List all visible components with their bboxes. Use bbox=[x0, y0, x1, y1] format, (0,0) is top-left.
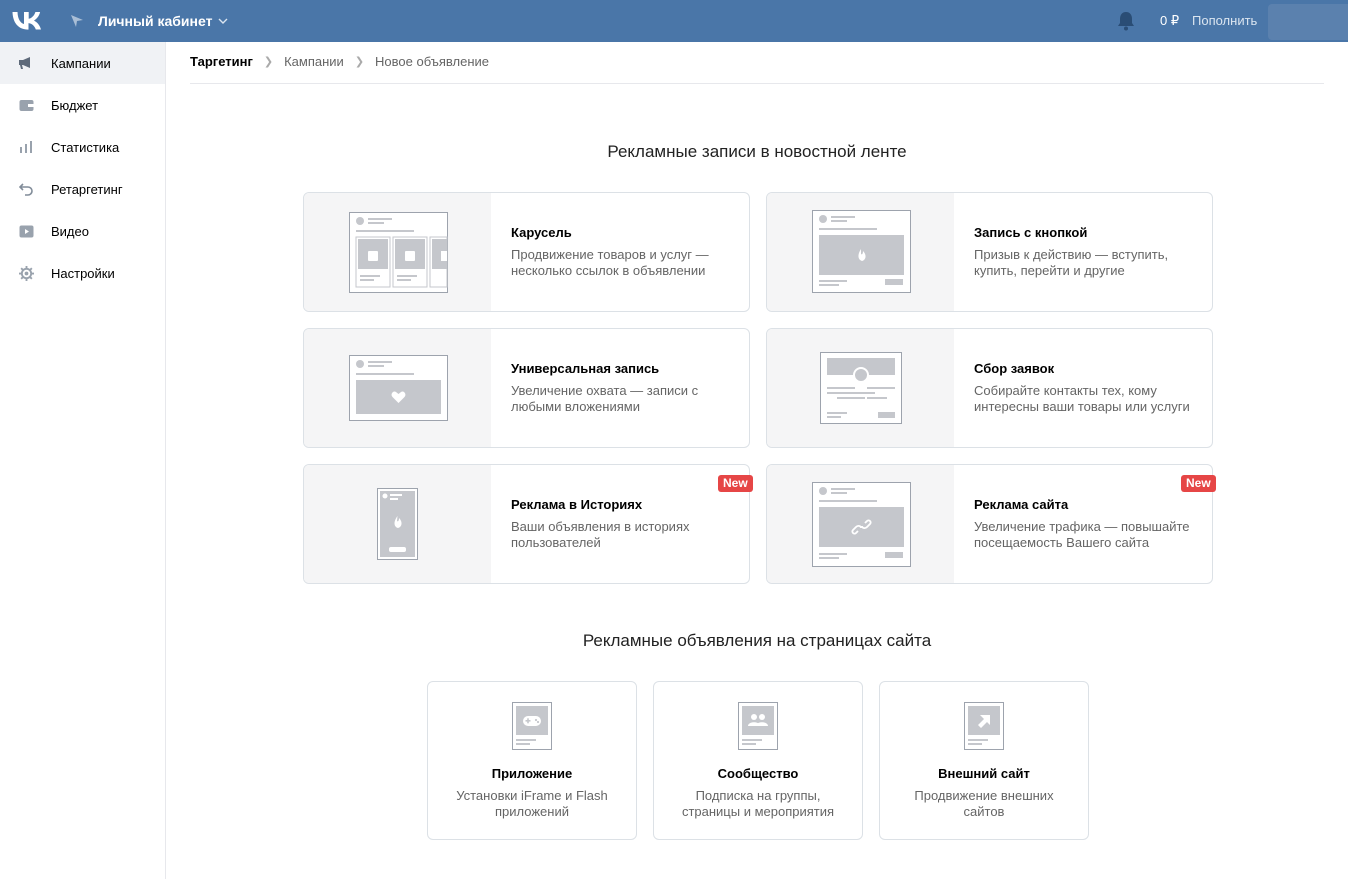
card-description: Призыв к действию — вступить, купить, пе… bbox=[974, 247, 1169, 278]
sidebar-item-campaigns[interactable]: Кампании bbox=[0, 42, 165, 84]
button-post-illustration-icon bbox=[767, 193, 954, 311]
topup-link[interactable]: Пополнить bbox=[1192, 13, 1257, 28]
card-description: Установки iFrame и Flash приложений bbox=[456, 788, 608, 819]
play-icon bbox=[18, 223, 34, 239]
sidebar-item-video[interactable]: Видео bbox=[0, 210, 165, 252]
ad-format-button-post[interactable]: Запись с кнопкой Призыв к действию — вст… bbox=[766, 192, 1213, 312]
breadcrumb-separator-icon: ❯ bbox=[354, 56, 365, 68]
megaphone-icon bbox=[18, 55, 34, 71]
gamepad-icon bbox=[512, 702, 552, 750]
people-icon bbox=[738, 702, 778, 750]
undo-arrow-icon bbox=[18, 181, 34, 197]
card-description: Собирайте контакты тех, кому интересны в… bbox=[974, 383, 1190, 414]
sidebar-item-label: Ретаргетинг bbox=[51, 181, 123, 197]
universal-post-illustration-icon bbox=[304, 329, 491, 447]
sidebar-item-statistics[interactable]: Статистика bbox=[0, 126, 165, 168]
sidebar-item-label: Бюджет bbox=[51, 97, 99, 113]
divider bbox=[190, 83, 1324, 84]
sidebar-item-retargeting[interactable]: Ретаргетинг bbox=[0, 168, 165, 210]
card-description: Продвижение товаров и услуг — несколько … bbox=[511, 247, 709, 278]
card-title: Внешний сайт bbox=[938, 766, 1030, 781]
breadcrumb-separator-icon: ❯ bbox=[263, 56, 274, 68]
card-title: Реклама в Историях bbox=[511, 497, 643, 512]
ad-format-stories[interactable]: Реклама в Историях Ваши объявления в ист… bbox=[303, 464, 750, 584]
ad-format-website[interactable]: Реклама сайта Увеличение трафика — повыш… bbox=[766, 464, 1213, 584]
card-title: Реклама сайта bbox=[974, 497, 1069, 512]
wallet-icon bbox=[18, 97, 34, 113]
ad-format-app[interactable]: Приложение Установки iFrame и Flash прил… bbox=[427, 681, 637, 840]
gear-icon bbox=[18, 265, 34, 281]
chevron-down-icon bbox=[218, 18, 228, 24]
card-description: Продвижение внешних сайтов bbox=[914, 788, 1054, 819]
ad-format-external-site[interactable]: Внешний сайт Продвижение внешних сайтов bbox=[879, 681, 1089, 840]
card-title: Приложение bbox=[491, 766, 573, 781]
cabinet-label: Личный кабинет bbox=[98, 13, 213, 29]
sidebar-item-label: Кампании bbox=[51, 55, 111, 71]
bar-chart-icon bbox=[18, 139, 34, 155]
card-description: Увеличение охвата — записи с любыми влож… bbox=[511, 383, 699, 414]
sidebar-item-settings[interactable]: Настройки bbox=[0, 252, 165, 294]
card-title: Карусель bbox=[511, 225, 572, 240]
ad-format-carousel[interactable]: Карусель Продвижение товаров и услуг — н… bbox=[303, 192, 750, 312]
website-illustration-icon bbox=[767, 465, 954, 583]
breadcrumb-new-ad: Новое объявление bbox=[375, 54, 489, 69]
sidebar: Кампании Бюджет Статистика Ретаргетинг В… bbox=[0, 42, 166, 879]
sidebar-item-budget[interactable]: Бюджет bbox=[0, 84, 165, 126]
feed-section-title: Рекламные записи в новостной ленте bbox=[607, 142, 907, 161]
cabinet-menu[interactable]: Личный кабинет bbox=[70, 0, 228, 42]
card-description: Увеличение трафика — повышайте посещаемо… bbox=[974, 519, 1190, 550]
breadcrumb-targeting[interactable]: Таргетинг bbox=[190, 54, 253, 69]
send-arrow-icon bbox=[71, 15, 83, 27]
site-section-title: Рекламные объявления на страницах сайта bbox=[582, 631, 932, 650]
breadcrumb: Таргетинг ❯ Кампании ❯ Новое объявление bbox=[190, 54, 489, 69]
card-title: Сообщество bbox=[717, 766, 799, 781]
external-arrow-icon bbox=[964, 702, 1004, 750]
sidebar-item-label: Видео bbox=[51, 223, 89, 239]
vk-logo-icon[interactable] bbox=[12, 10, 42, 32]
sidebar-item-label: Настройки bbox=[51, 265, 115, 281]
new-badge: New bbox=[718, 475, 753, 492]
card-title: Универсальная запись bbox=[511, 361, 660, 376]
balance-value: 0 ₽ bbox=[1160, 13, 1180, 28]
new-badge: New bbox=[1181, 475, 1216, 492]
avatar[interactable] bbox=[1268, 4, 1348, 40]
stories-illustration-icon bbox=[304, 465, 491, 583]
top-bar: Личный кабинет 0 ₽ Пополнить bbox=[0, 0, 1348, 42]
carousel-illustration-icon bbox=[304, 193, 491, 311]
sidebar-item-label: Статистика bbox=[51, 139, 120, 155]
card-title: Сбор заявок bbox=[974, 361, 1055, 376]
card-description: Ваши объявления в историях пользователей bbox=[511, 519, 690, 550]
card-description: Подписка на группы, страницы и мероприят… bbox=[681, 788, 835, 819]
ad-format-community[interactable]: Сообщество Подписка на группы, страницы … bbox=[653, 681, 863, 840]
ad-format-universal-post[interactable]: Универсальная запись Увеличение охвата —… bbox=[303, 328, 750, 448]
bell-icon[interactable] bbox=[1117, 11, 1135, 31]
lead-form-illustration-icon bbox=[767, 329, 954, 447]
ad-format-lead-form[interactable]: Сбор заявок Собирайте контакты тех, кому… bbox=[766, 328, 1213, 448]
breadcrumb-campaigns[interactable]: Кампании bbox=[284, 54, 344, 69]
card-title: Запись с кнопкой bbox=[974, 225, 1088, 240]
